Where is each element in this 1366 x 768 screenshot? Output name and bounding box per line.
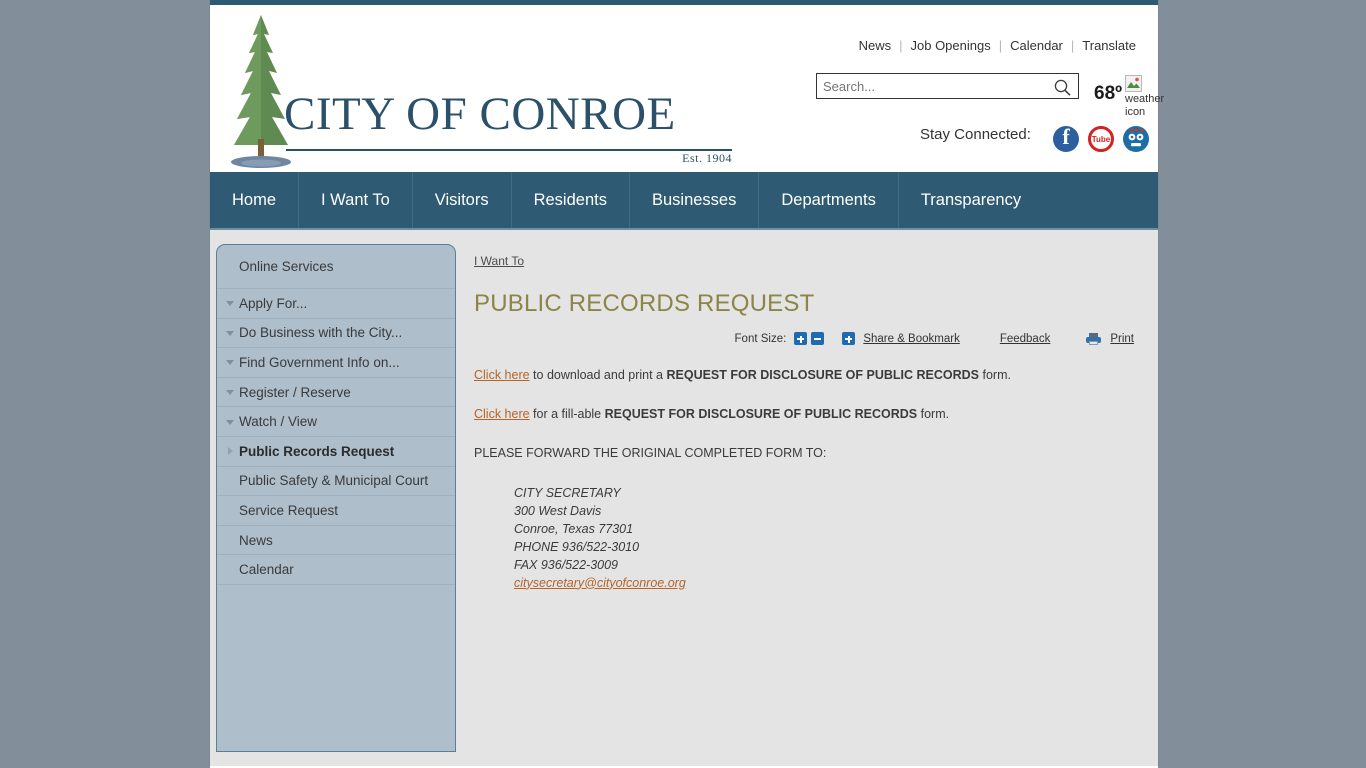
divider: | <box>1070 38 1075 53</box>
paragraph-text: for a fill-able <box>529 406 605 421</box>
printer-icon[interactable] <box>1086 332 1102 345</box>
sidebar-item-service-request[interactable]: Service Request <box>217 496 455 526</box>
nav-item-businesses[interactable]: Businesses <box>630 172 760 228</box>
page-title: PUBLIC RECORDS REQUEST <box>474 290 815 317</box>
sidebar-item-apply-for[interactable]: Apply For... <box>217 289 455 319</box>
paragraph-text: form. <box>979 368 1011 382</box>
paragraph-bold-text: REQUEST FOR DISCLOSURE OF PUBLIC RECORDS <box>666 368 980 382</box>
city-secretary-email-link[interactable]: citysecretary@cityofconroe.org <box>514 576 686 590</box>
sidebar-item-do-business-with-the-city[interactable]: Do Business with the City... <box>217 319 455 349</box>
address-line-fax: FAX 936/522-3009 <box>514 557 619 572</box>
chevron-down-icon <box>226 360 234 366</box>
page-body: Online Services Apply For... Do Business… <box>210 230 1158 766</box>
paragraph-text: to download and print a <box>529 368 667 382</box>
page-container: CITY OF CONROE Est. 1904 News | Job Openin… <box>210 0 1164 768</box>
facebook-icon[interactable] <box>1053 124 1079 152</box>
address-line-street: 300 West Davis <box>514 503 602 518</box>
chevron-down-icon <box>226 301 234 307</box>
youtube-icon-label: Tube <box>1091 135 1111 144</box>
youtube-icon[interactable]: Tube <box>1088 126 1114 152</box>
font-size-label: Font Size: <box>734 332 787 345</box>
stay-connected-label: Stay Connected: <box>920 126 1031 143</box>
utility-links: News | Job Openings | Calendar | Translate <box>859 38 1136 53</box>
sidebar-item-online-services[interactable]: Online Services <box>217 245 455 289</box>
sidebar-item-label: Public Records Request <box>239 443 395 459</box>
sidebar-item-label: Service Request <box>239 502 339 518</box>
periscope-glyph <box>1128 129 1144 147</box>
sidebar-item-find-government-info-on[interactable]: Find Government Info on... <box>217 348 455 378</box>
sidebar-item-public-records-request[interactable]: Public Records Request <box>217 437 455 467</box>
sidebar-item-public-safety-municipal-court[interactable]: Public Safety & Municipal Court <box>217 467 455 497</box>
share-bookmark-icon[interactable] <box>842 332 856 345</box>
breadcrumb[interactable]: I Want To <box>474 254 524 268</box>
search-input[interactable] <box>817 74 1044 98</box>
sidebar-menu: Online Services Apply For... Do Business… <box>216 244 456 752</box>
sidebar-item-register-reserve[interactable]: Register / Reserve <box>217 378 455 408</box>
font-size-decrease-button[interactable] <box>811 332 825 345</box>
sidebar-item-label: Find Government Info on... <box>239 354 400 370</box>
address-line-recipient: CITY SECRETARY <box>514 485 621 500</box>
site-header: CITY OF CONROE Est. 1904 News | Job Openin… <box>210 5 1164 172</box>
font-size-increase-button[interactable] <box>794 332 808 345</box>
nav-item-residents[interactable]: Residents <box>512 172 630 228</box>
nav-item-transparency[interactable]: Transparency <box>899 172 1043 228</box>
sidebar-item-label: Do Business with the City... <box>239 325 403 341</box>
paragraph-bold-text: REQUEST FOR DISCLOSURE OF PUBLIC RECORDS <box>604 406 918 421</box>
utility-link-job-openings[interactable]: Job Openings <box>911 38 991 53</box>
sidebar-item-label: Calendar <box>239 562 294 578</box>
download-form-link[interactable]: Click here <box>474 368 530 382</box>
periscope-icon[interactable] <box>1123 126 1149 152</box>
address-line-phone: PHONE 936/522-3010 <box>514 539 640 554</box>
sidebar-item-label: Online Services <box>239 259 334 274</box>
sidebar-column: Online Services Apply For... Do Business… <box>210 230 458 766</box>
paragraph-download-form: Click here to download and print a REQUE… <box>474 367 1140 384</box>
share-bookmark-button[interactable]: Share & Bookmark <box>863 333 960 345</box>
weather-temperature: 68º <box>1094 83 1123 104</box>
chevron-down-icon <box>226 330 234 336</box>
utility-link-news[interactable]: News <box>859 38 892 53</box>
chevron-right-icon <box>228 447 233 456</box>
weather-icon-alt-text: weather icon <box>1125 93 1165 118</box>
address-line-city-state-zip: Conroe, Texas 77301 <box>514 521 634 536</box>
sidebar-item-label: Register / Reserve <box>239 384 351 400</box>
utility-link-calendar[interactable]: Calendar <box>1010 38 1063 53</box>
chevron-down-icon <box>226 419 234 425</box>
nav-item-home[interactable]: Home <box>210 172 300 228</box>
page-toolbar: Font Size: Share & Bookmark Feedback Pri… <box>474 332 1140 345</box>
sidebar-item-label: Public Safety & Municipal Court <box>239 473 429 489</box>
divider: | <box>998 38 1003 53</box>
sidebar-item-watch-view[interactable]: Watch / View <box>217 407 455 437</box>
site-logo[interactable]: CITY OF CONROE Est. 1904 <box>214 9 744 172</box>
sidebar-item-label: Watch / View <box>239 414 318 430</box>
fillable-form-link[interactable]: Click here <box>474 407 530 421</box>
paragraph-forward-instruction: PLEASE FORWARD THE ORIGINAL COMPLETED FO… <box>474 445 827 460</box>
logo-established: Est. 1904 <box>682 151 732 165</box>
nav-item-i-want-to[interactable]: I Want To <box>299 172 413 228</box>
divider: | <box>899 38 903 53</box>
feedback-link[interactable]: Feedback <box>1000 333 1051 345</box>
nav-item-visitors[interactable]: Visitors <box>413 172 512 228</box>
sidebar-item-calendar[interactable]: Calendar <box>217 555 455 585</box>
nav-item-departments[interactable]: Departments <box>759 172 899 228</box>
sidebar-item-label: Apply For... <box>239 295 308 311</box>
utility-link-translate[interactable]: Translate <box>1082 38 1136 53</box>
search-box[interactable] <box>816 73 1079 99</box>
broken-image-icon <box>1125 75 1142 92</box>
print-link[interactable]: Print <box>1110 333 1134 345</box>
logo-wordmark-text: CITY OF CONROE <box>284 88 676 140</box>
sidebar-item-label: News <box>239 532 273 548</box>
mailing-address-block: CITY SECRETARY 300 West Davis Conroe, Te… <box>514 484 1140 592</box>
weather-icon: weather icon <box>1125 75 1171 119</box>
search-icon[interactable] <box>1053 78 1072 97</box>
paragraph-fillable-form: Click here for a fill-able REQUEST FOR D… <box>474 406 1140 423</box>
main-content: I Want To PUBLIC RECORDS REQUEST Font Si… <box>458 230 1158 766</box>
primary-nav: Home I Want To Visitors Residents Busine… <box>210 172 1158 230</box>
chevron-down-icon <box>226 390 234 396</box>
logo-wordmark: CITY OF CONROE <box>284 87 676 141</box>
paragraph-text: form. <box>917 406 950 421</box>
sidebar-item-news[interactable]: News <box>217 526 455 556</box>
